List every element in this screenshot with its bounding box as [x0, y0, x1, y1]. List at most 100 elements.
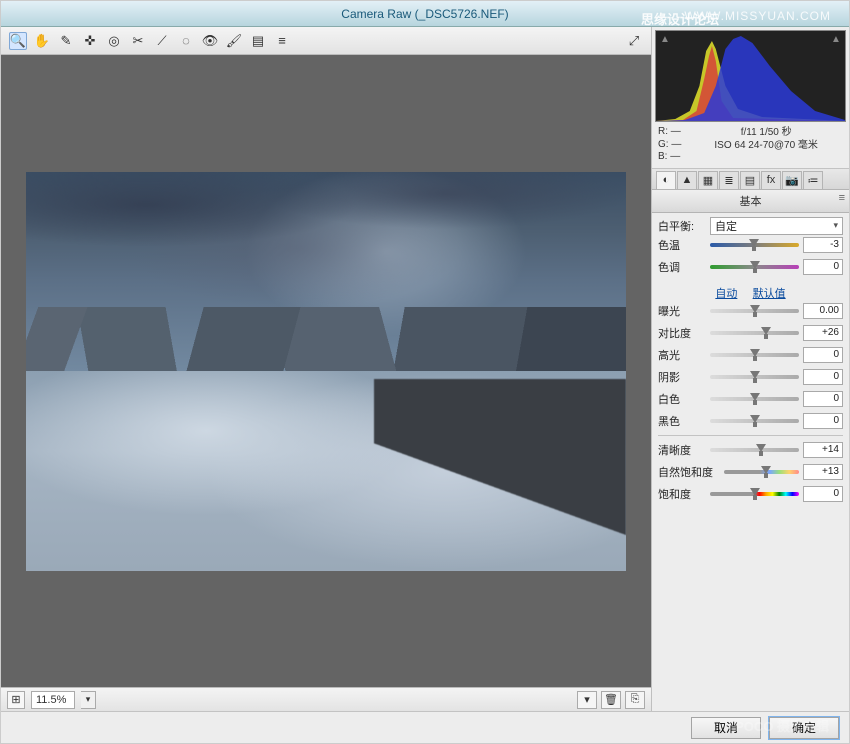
info-row: R: — G: — B: — f/11 1/50 秒 ISO 64 24-70@…: [652, 122, 849, 169]
histogram[interactable]: ▲ ▲: [655, 30, 846, 122]
value-saturation[interactable]: 0: [803, 486, 843, 502]
slider-thumb-vibrance[interactable]: [761, 466, 771, 478]
target-adjust-icon[interactable]: ◎: [105, 32, 123, 50]
prefs-icon[interactable]: ≡: [273, 32, 291, 50]
slider-vibrance[interactable]: [724, 466, 799, 478]
tab-basic[interactable]: ◐: [656, 171, 676, 189]
tab-curve[interactable]: ▲: [677, 171, 697, 189]
exif-readout: f/11 1/50 秒 ISO 64 24-70@70 毫米: [689, 126, 843, 164]
value-contrast[interactable]: +26: [803, 325, 843, 341]
value-highlights[interactable]: 0: [803, 347, 843, 363]
slider-row-highlights: 高光 0: [658, 347, 843, 363]
slider-shadows[interactable]: [710, 371, 799, 383]
tab-detail[interactable]: ▦: [698, 171, 718, 189]
tab-hsl[interactable]: ≣: [719, 171, 739, 189]
zoom-grid-button[interactable]: ⊞: [7, 691, 25, 709]
slider-row-saturation: 饱和度0: [658, 486, 843, 502]
open-copy-icon[interactable]: ⎘: [625, 691, 645, 709]
label-vibrance: 自然饱和度: [658, 464, 720, 480]
hand-icon[interactable]: ✋: [33, 32, 51, 50]
histogram-section: ▲ ▲ R: — G: — B: — f/11 1/: [652, 27, 849, 169]
slider-row-temperature: 色温-3: [658, 237, 843, 253]
white-balance-icon[interactable]: ✎: [57, 32, 75, 50]
tab-lens[interactable]: fx: [761, 171, 781, 189]
slider-thumb-exposure[interactable]: [750, 305, 760, 317]
fullscreen-icon[interactable]: ⤢: [625, 32, 643, 50]
tab-camera[interactable]: 📷: [782, 171, 802, 189]
slider-row-vibrance: 自然饱和度 +13: [658, 464, 843, 480]
canvas-area[interactable]: [1, 55, 651, 687]
slider-row-blacks: 黑色 0: [658, 413, 843, 429]
slider-row-contrast: 对比度 +26: [658, 325, 843, 341]
watermark-footer: POCO 摄影专辑: [735, 716, 829, 735]
slider-thumb-saturation[interactable]: [750, 488, 760, 500]
slider-saturation[interactable]: [710, 488, 799, 500]
label-clarity: 清晰度: [658, 442, 706, 458]
white-balance-select[interactable]: 自定 ▾: [710, 217, 843, 235]
shadow-clip-icon[interactable]: ▲: [658, 33, 672, 45]
dialog-footer: 取消 确定: [1, 711, 849, 743]
crop-icon[interactable]: ✂: [129, 32, 147, 50]
slider-exposure[interactable]: [710, 305, 799, 317]
preview-image: [26, 172, 626, 571]
adjust-brush-icon[interactable]: 🖌: [225, 32, 243, 50]
slider-thumb-shadows[interactable]: [750, 371, 760, 383]
slider-thumb-temperature[interactable]: [749, 239, 759, 251]
slider-thumb-blacks[interactable]: [750, 415, 760, 427]
slider-thumb-clarity[interactable]: [756, 444, 766, 456]
slider-clarity[interactable]: [710, 444, 799, 456]
slider-thumb-whites[interactable]: [750, 393, 760, 405]
label-tint: 色调: [658, 259, 706, 275]
label-contrast: 对比度: [658, 325, 706, 341]
tab-split[interactable]: ▤: [740, 171, 760, 189]
white-balance-label: 白平衡:: [658, 218, 706, 234]
zoom-value[interactable]: 11.5%: [31, 691, 75, 709]
highlight-clip-icon[interactable]: ▲: [829, 33, 843, 45]
slider-tint[interactable]: [710, 261, 799, 273]
slider-temperature[interactable]: [710, 239, 799, 251]
slider-row-clarity: 清晰度 +14: [658, 442, 843, 458]
color-sampler-icon[interactable]: ✜: [81, 32, 99, 50]
label-highlights: 高光: [658, 347, 706, 363]
auto-link[interactable]: 自动: [715, 288, 737, 300]
window-frame: Camera Raw (_DSC5726.NEF) 🔍✋✎✜◎✂⟋◌👁🖌▤≡⤢ …: [0, 0, 850, 744]
value-vibrance[interactable]: +13: [803, 464, 843, 480]
zoom-dropdown[interactable]: ▾: [81, 691, 96, 709]
value-blacks[interactable]: 0: [803, 413, 843, 429]
value-shadows[interactable]: 0: [803, 369, 843, 385]
slider-thumb-highlights[interactable]: [750, 349, 760, 361]
panel-title: 基本: [740, 196, 762, 208]
gradient-icon[interactable]: ▤: [249, 32, 267, 50]
slider-highlights[interactable]: [710, 349, 799, 361]
value-exposure[interactable]: 0.00: [803, 303, 843, 319]
panel-header: 基本 ≡: [652, 189, 849, 213]
slider-blacks[interactable]: [710, 415, 799, 427]
panel-menu-icon[interactable]: ≡: [839, 192, 845, 204]
right-panel: ▲ ▲ R: — G: — B: — f/11 1/: [651, 27, 849, 711]
slider-thumb-tint[interactable]: [750, 261, 760, 273]
value-clarity[interactable]: +14: [803, 442, 843, 458]
default-link[interactable]: 默认值: [753, 288, 786, 300]
tab-preset[interactable]: ≔: [803, 171, 823, 189]
trash-icon[interactable]: 🗑: [601, 691, 621, 709]
slider-contrast[interactable]: [710, 327, 799, 339]
filter-icon[interactable]: ▾: [577, 691, 597, 709]
label-whites: 白色: [658, 391, 706, 407]
value-temperature[interactable]: -3: [803, 237, 843, 253]
slider-whites[interactable]: [710, 393, 799, 405]
slider-thumb-contrast[interactable]: [761, 327, 771, 339]
label-blacks: 黑色: [658, 413, 706, 429]
value-whites[interactable]: 0: [803, 391, 843, 407]
window-title: Camera Raw (_DSC5726.NEF): [341, 7, 508, 21]
slider-row-shadows: 阴影 0: [658, 369, 843, 385]
zoom-icon[interactable]: 🔍: [9, 32, 27, 50]
g-value: G: —: [658, 139, 681, 152]
spot-removal-icon[interactable]: ◌: [177, 32, 195, 50]
value-tint[interactable]: 0: [803, 259, 843, 275]
label-shadows: 阴影: [658, 369, 706, 385]
chevron-down-icon: ▾: [833, 220, 838, 231]
straighten-icon[interactable]: ⟋: [153, 32, 171, 50]
divider: [658, 435, 843, 436]
rgb-readout: R: — G: — B: —: [658, 126, 681, 164]
redeye-icon[interactable]: 👁: [201, 32, 219, 50]
